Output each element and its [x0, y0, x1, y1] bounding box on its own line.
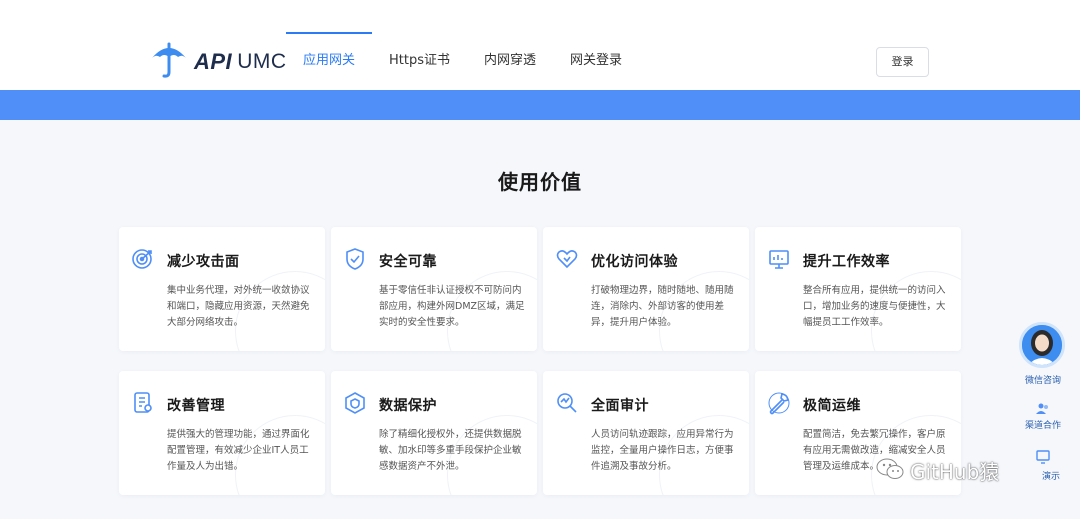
section-title: 使用价值	[498, 170, 582, 194]
card-title: 数据保护	[379, 398, 437, 414]
audit-search-icon	[555, 391, 579, 415]
nav-item-intranet-penetration[interactable]: 内网穿透	[467, 32, 553, 90]
nav-item-gateway-login[interactable]: 网关登录	[553, 32, 639, 90]
value-card-data-protection: 数据保护 除了精细化授权外，还提供数据脱敏、加水印等多重手段保护企业敏感数据资产…	[331, 371, 537, 495]
card-title: 极简运维	[803, 398, 861, 414]
customer-service-avatar[interactable]	[1019, 322, 1065, 368]
nav-item-app-gateway[interactable]: 应用网关	[286, 32, 373, 90]
umbrella-icon	[150, 40, 188, 84]
card-title: 减少攻击面	[167, 254, 240, 270]
card-title: 安全可靠	[379, 254, 437, 270]
card-description: 集中业务代理，对外统一收敛协议和端口，隐藏应用资源，天然避免大部分网络攻击。	[167, 285, 310, 328]
value-card-reduce-attack-surface: 减少攻击面 集中业务代理，对外统一收敛协议和端口，隐藏应用资源，天然避免大部分网…	[119, 227, 325, 351]
login-button[interactable]: 登录	[876, 47, 929, 77]
logo-api-text: API	[194, 49, 233, 74]
data-shield-icon	[343, 391, 367, 415]
monitor-chart-icon	[767, 247, 791, 271]
top-header: API UMC 应用网关 Https证书 内网穿透 网关登录 登录	[0, 0, 1080, 90]
people-icon	[1036, 401, 1050, 415]
value-card-access-experience: 优化访问体验 打破物理边界，随时随地、随用随连，消除内、外部访客的使用差异，提升…	[543, 227, 749, 351]
target-icon	[131, 247, 155, 271]
card-description: 打破物理边界，随时随地、随用随连，消除内、外部访客的使用差异，提升用户体验。	[591, 285, 734, 328]
card-description: 提供强大的管理功能，通过界面化配置管理，有效减少企业IT人员工作量及人为出错。	[167, 429, 310, 472]
wrench-icon	[767, 391, 791, 415]
nav-item-https-cert[interactable]: Https证书	[372, 32, 467, 90]
card-title: 优化访问体验	[591, 254, 678, 270]
wechat-watermark: GitHub猿	[876, 456, 999, 485]
value-card-secure-reliable: 安全可靠 基于零信任非认证授权不可防问内部应用，构建外网DMZ区域，满足实时的安…	[331, 227, 537, 351]
wechat-consult-link[interactable]: 微信咨询	[1006, 373, 1080, 386]
channel-cooperation-link[interactable]: 渠道合作	[1006, 418, 1080, 431]
document-gear-icon	[131, 391, 155, 415]
value-card-full-audit: 全面审计 人员访问轨迹跟踪，应用异常行为监控，全量用户操作日志，方便事件追溯及事…	[543, 371, 749, 495]
demo-link[interactable]: 演示	[1014, 469, 1080, 482]
main-nav: 应用网关 Https证书 内网穿透 网关登录	[286, 32, 639, 90]
card-description: 除了精细化授权外，还提供数据脱敏、加水印等多重手段保护企业敏感数据资产不外泄。	[379, 429, 522, 472]
value-card-work-efficiency: 提升工作效率 整合所有应用，提供统一的访问入口，增加业务的速度与便捷性，大幅提员…	[755, 227, 961, 351]
card-title: 全面审计	[591, 398, 649, 414]
logo-umc-text: UMC	[237, 50, 287, 73]
heart-hand-icon	[555, 247, 579, 271]
demo-icon	[1036, 449, 1050, 464]
value-card-improve-management: 改善管理 提供强大的管理功能，通过界面化配置管理，有效减少企业IT人员工作量及人…	[119, 371, 325, 495]
card-description: 基于零信任非认证授权不可防问内部应用，构建外网DMZ区域，满足实时的安全性要求。	[379, 285, 525, 328]
brand-logo[interactable]: API UMC	[150, 40, 287, 84]
wechat-icon	[876, 457, 904, 485]
card-title: 改善管理	[167, 398, 225, 414]
card-description: 人员访问轨迹跟踪，应用异常行为监控，全量用户操作日志，方便事件追溯及事故分析。	[591, 429, 734, 472]
hero-banner	[0, 90, 1080, 120]
floating-contact-panel: 微信咨询 渠道合作 演示	[1006, 322, 1080, 519]
card-description: 整合所有应用，提供统一的访问入口，增加业务的速度与便捷性，大幅提员工工作效率。	[803, 285, 946, 328]
watermark-text: GitHub猿	[910, 460, 1000, 484]
card-title: 提升工作效率	[803, 254, 890, 270]
shield-check-icon	[343, 247, 367, 271]
